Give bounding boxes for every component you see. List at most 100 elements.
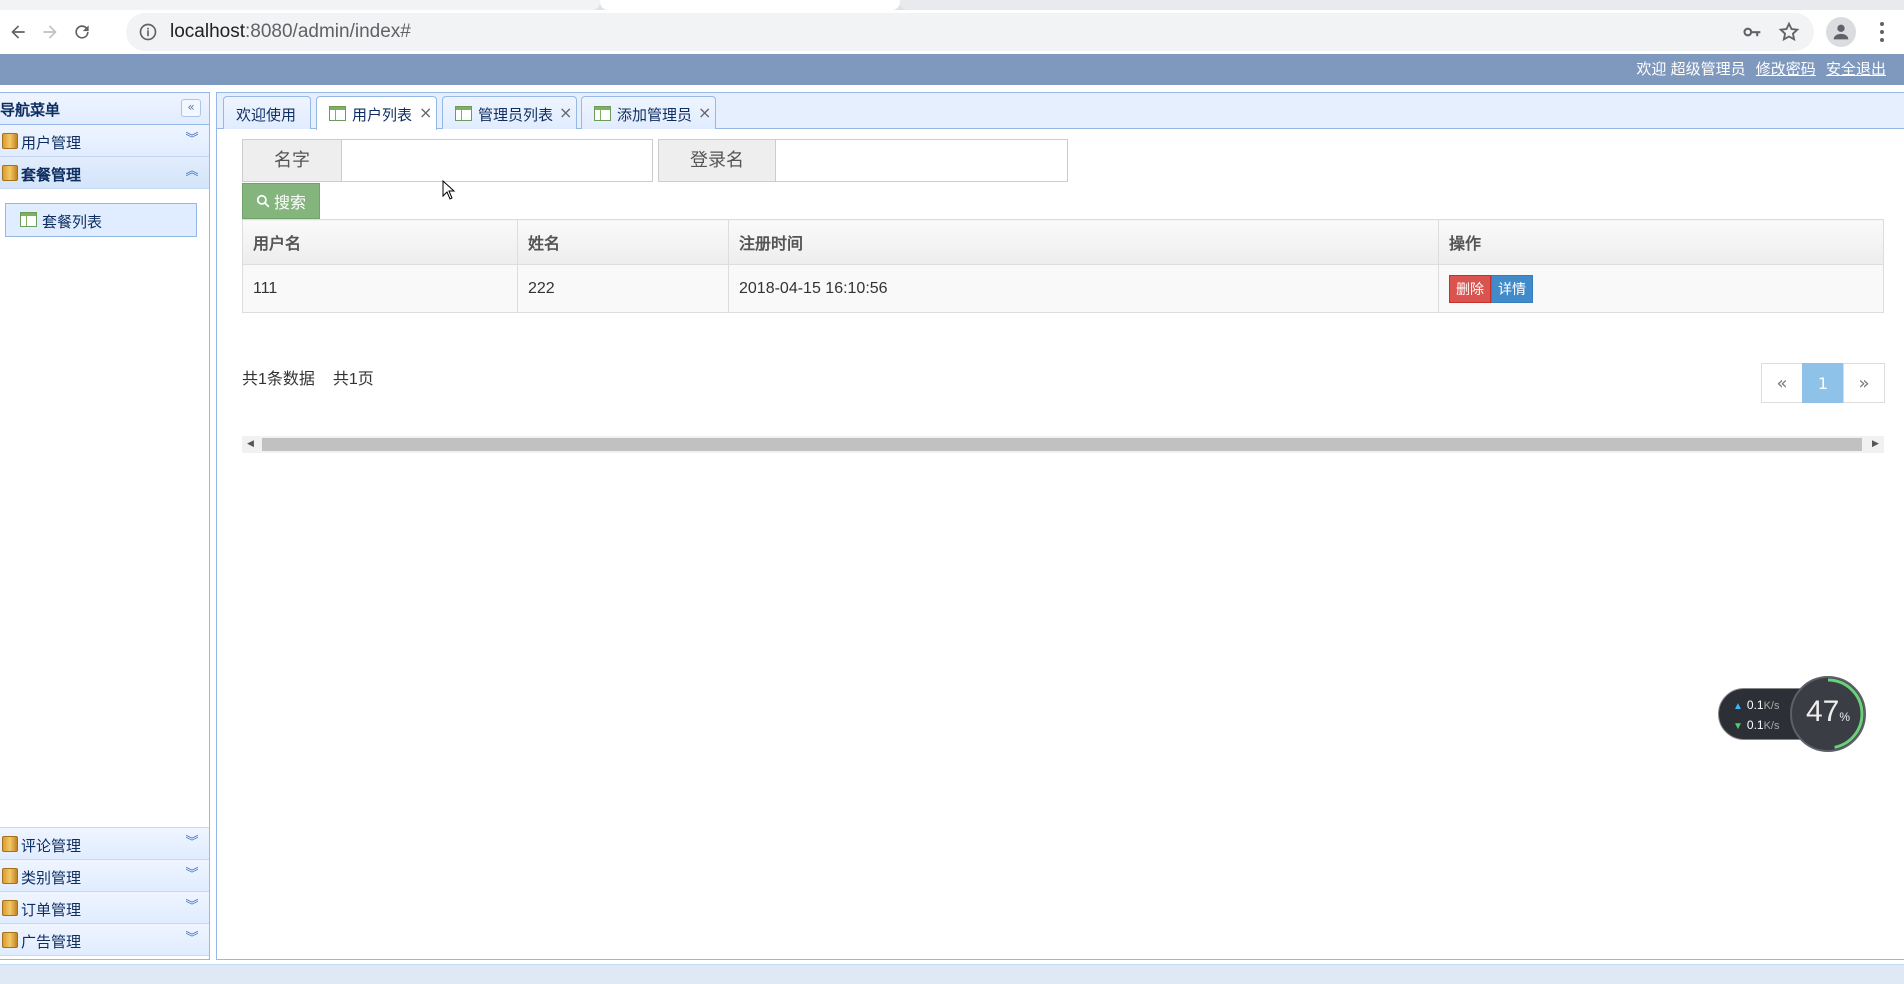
cell-name: 222 [517, 264, 729, 313]
detail-button[interactable]: 详情 [1491, 274, 1533, 303]
sidebar-group-label: 套餐管理 [21, 167, 82, 184]
cell-registered: 2018-04-15 16:10:56 [728, 264, 1439, 313]
cpu-value: 47% [1806, 695, 1851, 728]
close-icon[interactable]: × [698, 103, 711, 122]
table-header-row: 用户名 姓名 注册时间 操作 [242, 219, 1884, 265]
table-row: 111 222 2018-04-15 16:10:56 删除 详情 [242, 264, 1884, 313]
tab-label: 用户列表 [352, 107, 413, 124]
tab-label: 添加管理员 [617, 107, 693, 124]
table-icon [329, 106, 346, 121]
search-button[interactable]: 搜索 [242, 183, 320, 219]
result-summary: 共1条数据 共1页 [242, 365, 392, 389]
cell-actions: 删除 详情 [1438, 264, 1884, 313]
forward-icon[interactable] [34, 16, 66, 48]
tab-user-list[interactable]: 用户列表 × [316, 96, 437, 130]
tab-label: 欢迎使用 [236, 107, 297, 124]
folder-icon [2, 868, 18, 884]
sidebar-group-label: 广告管理 [21, 934, 82, 951]
profile-icon[interactable] [1826, 17, 1856, 47]
browser-tab[interactable] [900, 0, 1904, 10]
login-name-input[interactable] [775, 139, 1068, 182]
chevron-down-icon[interactable]: ︾ [183, 930, 201, 948]
chevron-down-icon[interactable]: ︾ [183, 131, 201, 149]
change-password-link[interactable]: 修改密码 [1756, 61, 1816, 78]
total-pages: 共1页 [332, 371, 374, 388]
scroll-right-icon[interactable]: ▶ [1867, 436, 1884, 453]
sidebar-group-label: 用户管理 [21, 135, 82, 152]
column-header: 操作 [1438, 219, 1884, 265]
folder-icon [2, 932, 18, 948]
search-icon [256, 194, 270, 208]
sidebar-item-package-list[interactable]: 套餐列表 [5, 203, 197, 237]
sidebar-header: 导航菜单 « [0, 93, 209, 125]
info-icon[interactable] [138, 22, 158, 42]
sidebar-group-body: 套餐列表 [0, 189, 209, 828]
search-button-label: 搜索 [273, 193, 306, 212]
next-page-button[interactable]: » [1843, 363, 1885, 403]
user-table: 用户名 姓名 注册时间 操作 111 222 2018-04-15 16:10:… [242, 219, 1884, 313]
page-1-button[interactable]: 1 [1802, 363, 1844, 403]
logout-link[interactable]: 安全退出 [1826, 61, 1886, 78]
welcome-text: 欢迎 [1636, 61, 1667, 78]
reload-icon[interactable] [66, 16, 98, 48]
close-icon[interactable]: × [559, 103, 572, 122]
upload-arrow-icon: ▲ [1733, 701, 1743, 712]
tab-add-admin[interactable]: 添加管理员 × [581, 96, 716, 129]
sidebar: 导航菜单 « 用户管理 ︾ 套餐管理 ︽ 套餐列表 评论管理 ︾ 类别管理 ︾ … [0, 92, 210, 960]
tab-label: 管理员列表 [478, 107, 554, 124]
tab-welcome[interactable]: 欢迎使用 [223, 96, 311, 129]
scroll-left-icon[interactable]: ◀ [242, 436, 259, 453]
url-text[interactable]: localhost:8080/admin/index# [170, 21, 411, 43]
chevron-up-icon[interactable]: ︽ [183, 163, 201, 181]
sidebar-group-category[interactable]: 类别管理 ︾ [0, 860, 209, 892]
browser-toolbar: localhost:8080/admin/index# [0, 10, 1904, 54]
scrollbar-thumb[interactable] [262, 438, 1862, 451]
browser-tabstrip [0, 0, 1904, 10]
back-icon[interactable] [2, 16, 34, 48]
key-icon[interactable] [1742, 22, 1762, 42]
cpu-usage-gauge[interactable]: 47% [1790, 676, 1866, 752]
horizontal-scrollbar[interactable]: ◀ ▶ [242, 436, 1884, 453]
chevron-down-icon[interactable]: ︾ [183, 834, 201, 852]
download-speed: ▼ 0.1K/s [1733, 718, 1780, 732]
chevron-down-icon[interactable]: ︾ [183, 866, 201, 884]
delete-button[interactable]: 删除 [1449, 274, 1491, 303]
header-links: 欢迎 超级管理员 修改密码 安全退出 [1636, 58, 1886, 79]
close-icon[interactable]: × [419, 103, 432, 122]
sidebar-group-order[interactable]: 订单管理 ︾ [0, 892, 209, 924]
download-arrow-icon: ▼ [1733, 721, 1743, 732]
collapse-sidebar-icon[interactable]: « [181, 99, 201, 117]
name-input[interactable] [341, 139, 653, 182]
table-icon [455, 106, 472, 121]
folder-icon [2, 133, 18, 149]
tab-admin-list[interactable]: 管理员列表 × [442, 96, 577, 129]
browser-tab[interactable] [0, 0, 600, 10]
folder-icon [2, 165, 18, 181]
table-icon [20, 212, 37, 227]
sidebar-group-label: 评论管理 [21, 838, 82, 855]
prev-page-button[interactable]: « [1761, 363, 1803, 403]
sidebar-group-package[interactable]: 套餐管理 ︽ [0, 157, 209, 189]
login-name-label: 登录名 [658, 139, 776, 182]
star-icon[interactable] [1778, 21, 1800, 43]
folder-icon [2, 900, 18, 916]
upload-speed: ▲ 0.1K/s [1733, 698, 1780, 712]
current-user: 超级管理员 [1670, 61, 1746, 78]
sidebar-group-ad[interactable]: 广告管理 ︾ [0, 924, 209, 956]
sidebar-group-label: 订单管理 [21, 902, 82, 919]
sidebar-title: 导航菜单 [0, 102, 61, 119]
browser-tab-active[interactable] [600, 0, 900, 10]
cell-username: 111 [242, 264, 518, 313]
address-bar[interactable]: localhost:8080/admin/index# [126, 13, 1814, 51]
total-records: 共1条数据 [242, 371, 315, 388]
column-header: 姓名 [517, 219, 729, 265]
sidebar-group-comment[interactable]: 评论管理 ︾ [0, 828, 209, 860]
browser-menu-icon[interactable] [1870, 18, 1894, 46]
chevron-down-icon[interactable]: ︾ [183, 898, 201, 916]
column-header: 注册时间 [728, 219, 1439, 265]
name-label: 名字 [242, 139, 342, 182]
status-footer [0, 964, 1904, 984]
folder-icon [2, 836, 18, 852]
sidebar-group-user[interactable]: 用户管理 ︾ [0, 125, 209, 157]
sidebar-group-label: 类别管理 [21, 870, 82, 887]
